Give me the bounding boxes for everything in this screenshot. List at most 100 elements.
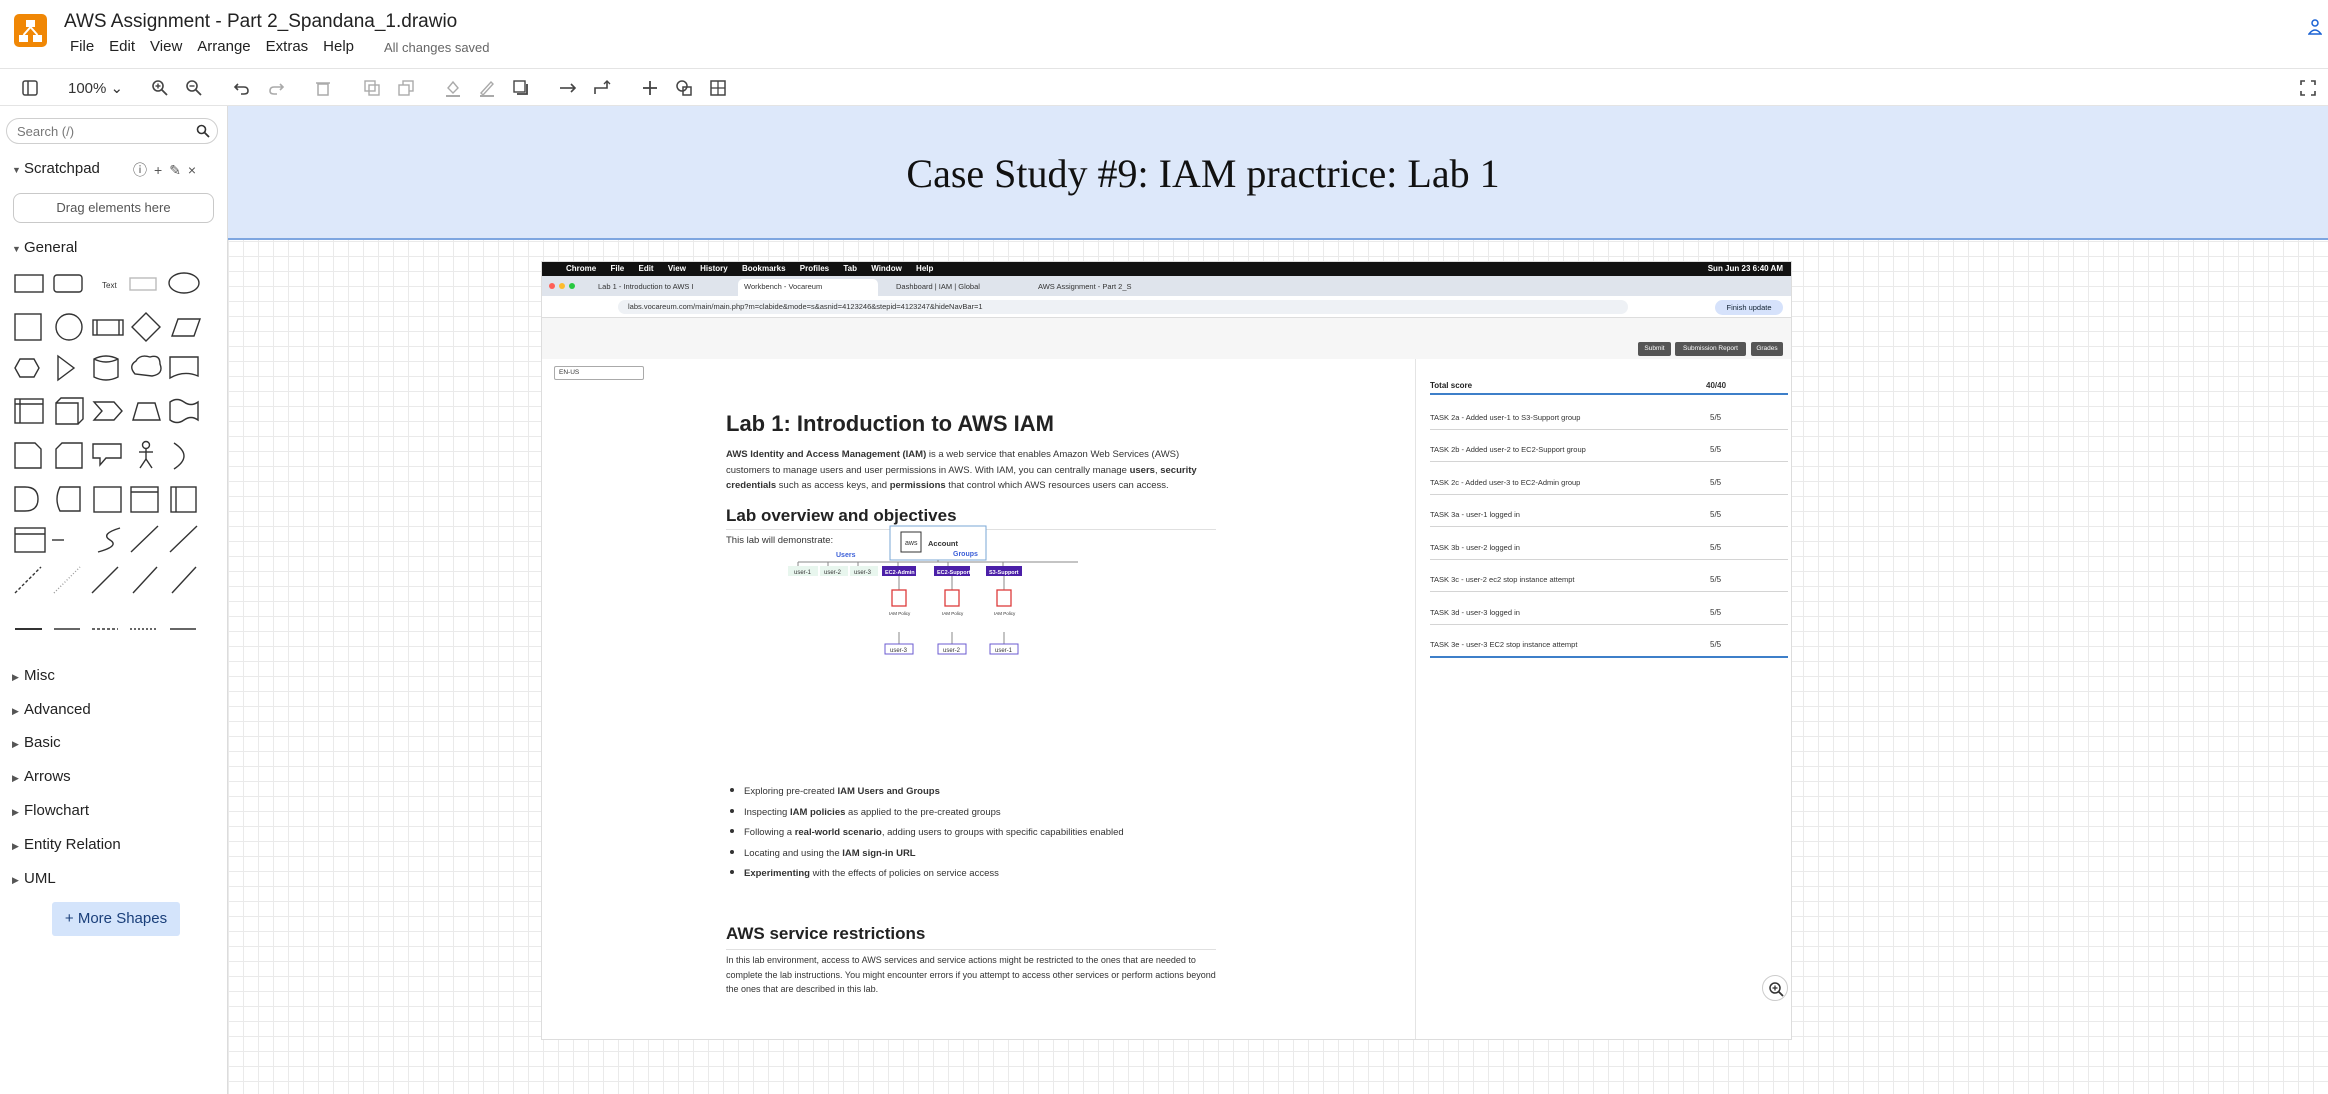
score-row-task: TASK 3d - user-3 logged in [1430, 608, 1520, 617]
menu-arrange[interactable]: Arrange [197, 38, 250, 55]
divider [1430, 559, 1788, 560]
svg-text:user-2: user-2 [943, 648, 961, 654]
document-title[interactable]: AWS Assignment - Part 2_Spandana_1.drawi… [64, 11, 457, 33]
heading-shape[interactable]: Case Study #9: IAM practrice: Lab 1 [228, 106, 2328, 240]
score-row-task: TASK 3c - user-2 ec2 stop instance attem… [1430, 575, 1575, 584]
format-panel-icon[interactable] [20, 78, 40, 98]
score-row-value: 5/5 [1710, 445, 1722, 454]
and-shape [14, 486, 39, 512]
menu-edit[interactable]: Edit [109, 38, 135, 55]
swimlane-shape [130, 486, 159, 513]
divider [1430, 461, 1788, 462]
browser-tab-active: Workbench - Vocareum [738, 279, 878, 296]
menu-bar: File Edit View Arrange Extras Help [70, 38, 369, 55]
heading-text: Case Study #9: IAM practrice: Lab 1 [906, 151, 1500, 196]
caret-right-icon: ▶ [12, 841, 19, 851]
svg-text:user-2: user-2 [824, 570, 842, 576]
search-icon[interactable] [195, 123, 211, 139]
library-entity-relation[interactable]: ▶ Entity Relation [12, 836, 121, 853]
svg-text:IAM Policy: IAM Policy [994, 611, 1016, 616]
score-row-task: TASK 2a - Added user-1 to S3-Support gro… [1430, 413, 1581, 422]
caret-down-icon: ▼ [12, 244, 21, 254]
library-advanced[interactable]: ▶ Advanced [12, 701, 91, 718]
fullscreen-icon[interactable] [2298, 78, 2318, 98]
library-basic[interactable]: ▶ Basic [12, 734, 61, 751]
divider [1430, 624, 1788, 625]
policy-icon [944, 589, 960, 607]
policy-icon [996, 589, 1012, 607]
to-back-icon[interactable] [396, 78, 416, 98]
directional-connector-shape [171, 566, 197, 594]
insert-icon[interactable] [640, 78, 660, 98]
waypoints-icon[interactable] [592, 78, 612, 98]
list-item: Following a real-world scenario, adding … [728, 827, 1124, 848]
zoom-in-icon[interactable] [150, 78, 170, 98]
zoom-to-fit-icon[interactable] [1762, 975, 1788, 1001]
browser-tab: Dashboard | IAM | Global [896, 282, 980, 291]
score-row-value: 5/5 [1710, 575, 1722, 584]
trapezoid-shape [132, 402, 161, 421]
divider [1430, 656, 1788, 658]
arrow-shape [169, 525, 198, 553]
search-placeholder: Search (/) [17, 124, 75, 139]
shapes-icon[interactable] [674, 78, 694, 98]
scratchpad-dropzone[interactable]: Drag elements here [13, 193, 214, 223]
close-icon[interactable]: × [188, 162, 203, 178]
scratchpad-actions[interactable]: ⓘ+✎× [133, 160, 203, 180]
menu-view[interactable]: View [150, 38, 182, 55]
library-uml[interactable]: ▶ UML [12, 870, 56, 887]
scratchpad-header[interactable]: ▼ Scratchpad [12, 160, 100, 177]
add-icon[interactable]: + [154, 162, 169, 178]
score-row-value: 5/5 [1710, 413, 1722, 422]
container-shape [93, 486, 122, 513]
undo-icon[interactable] [232, 78, 252, 98]
shadow-icon[interactable] [511, 78, 531, 98]
save-status: All changes saved [384, 40, 490, 55]
divider [1430, 591, 1788, 592]
note-shape [14, 442, 42, 469]
ellipse-shape [168, 272, 200, 294]
parallelogram-shape [171, 318, 201, 337]
diamond-shape [131, 312, 161, 342]
zoom-select[interactable]: 100% ⌄ [68, 79, 123, 97]
fill-color-icon[interactable] [443, 78, 463, 98]
to-front-icon[interactable] [362, 78, 382, 98]
svg-text:aws: aws [905, 540, 918, 547]
drawio-window: AWS Assignment - Part 2_Spandana_1.drawi… [0, 0, 2328, 1094]
library-arrows[interactable]: ▶ Arrows [12, 768, 71, 785]
vocareum-header [542, 318, 1791, 359]
line-color-icon[interactable] [477, 78, 497, 98]
caret-right-icon: ▶ [12, 739, 19, 749]
svg-text:EC2-Admin: EC2-Admin [885, 570, 915, 576]
connection-icon[interactable] [558, 78, 578, 98]
shape-search-input[interactable]: Search (/) [6, 118, 218, 144]
general-shape-palette[interactable]: Text [0, 106, 228, 646]
redo-icon[interactable] [266, 78, 286, 98]
policy-icon [891, 589, 907, 607]
edit-icon[interactable]: ✎ [169, 162, 188, 178]
lab-intro: AWS Identity and Access Management (IAM)… [726, 449, 1197, 491]
menu-extras[interactable]: Extras [266, 38, 309, 55]
embedded-screenshot-image[interactable]: Chrome File Edit View History Bookmarks … [541, 261, 1792, 1040]
table-icon[interactable] [708, 78, 728, 98]
svg-text:EC2-Support: EC2-Support [937, 570, 971, 576]
menu-help[interactable]: Help [323, 38, 354, 55]
help-icon[interactable]: ⓘ [133, 162, 154, 178]
user-icon[interactable] [2307, 17, 2323, 37]
bidirectional-connector-shape [132, 566, 158, 594]
tape-shape [169, 398, 199, 424]
score-row-task: TASK 3e - user-3 EC2 stop instance attem… [1430, 640, 1578, 649]
general-header[interactable]: ▼ General [12, 239, 77, 256]
browser-url-bar: labs.vocareum.com/main/main.php?m=clabid… [542, 296, 1791, 318]
internal-storage-shape [14, 398, 44, 424]
library-misc[interactable]: ▶ Misc [12, 667, 55, 684]
score-row-value: 5/5 [1710, 640, 1722, 649]
more-shapes-button[interactable]: + More Shapes [52, 902, 180, 936]
menu-file[interactable]: File [70, 38, 94, 55]
zoom-out-icon[interactable] [184, 78, 204, 98]
delete-icon[interactable] [313, 78, 333, 98]
score-row-task: TASK 3b - user-2 logged in [1430, 543, 1520, 552]
library-flowchart[interactable]: ▶ Flowchart [12, 802, 89, 819]
list-item: Exploring pre-created IAM Users and Grou… [728, 786, 1124, 807]
list-item: Locating and using the IAM sign-in URL [728, 848, 1124, 869]
